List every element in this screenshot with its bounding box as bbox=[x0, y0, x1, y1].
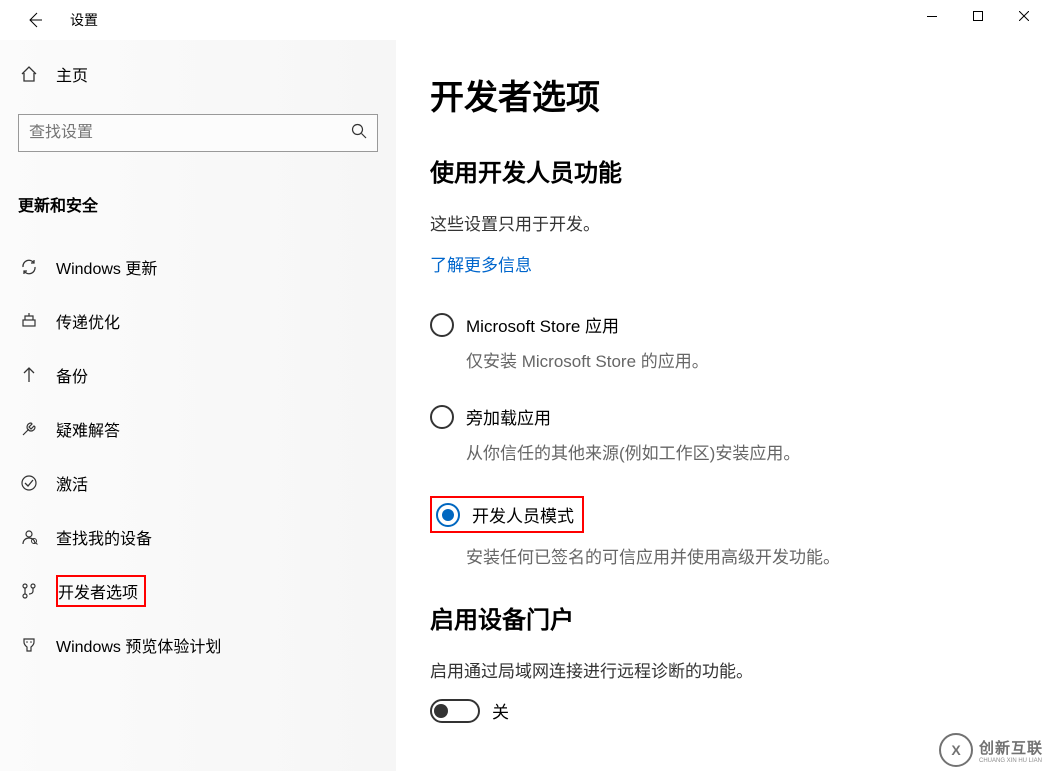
sync-icon bbox=[16, 258, 42, 276]
search-icon[interactable] bbox=[351, 123, 367, 144]
watermark-text: 创新互联 bbox=[979, 740, 1043, 757]
watermark: X 创新互联 CHUANG XIN HU LIAN bbox=[939, 733, 1043, 767]
sidebar-item-backup[interactable]: 备份 bbox=[16, 348, 378, 402]
sidebar-item-windows-insider[interactable]: Windows 预览体验计划 bbox=[16, 618, 378, 672]
section-info-text: 这些设置只用于开发。 bbox=[430, 210, 1017, 235]
sidebar-item-label: 查找我的设备 bbox=[56, 525, 152, 549]
page-title: 开发者选项 bbox=[430, 70, 1017, 119]
search-input[interactable] bbox=[29, 124, 351, 142]
device-portal-toggle[interactable] bbox=[430, 699, 480, 723]
learn-more-link[interactable]: 了解更多信息 bbox=[430, 251, 1017, 276]
section-title-use-developer-features: 使用开发人员功能 bbox=[430, 153, 1017, 188]
radio-label: Microsoft Store 应用 bbox=[466, 312, 619, 337]
toggle-label: 关 bbox=[492, 698, 509, 723]
findmydevice-icon bbox=[16, 528, 42, 546]
sidebar-item-developer-options[interactable]: 开发者选项 bbox=[16, 564, 378, 618]
backup-icon bbox=[16, 366, 42, 384]
radio-label: 旁加载应用 bbox=[466, 404, 551, 429]
section-title-device-portal: 启用设备门户 bbox=[430, 600, 1017, 635]
sidebar-item-label: Windows 更新 bbox=[56, 255, 157, 279]
radio-icon bbox=[436, 503, 460, 527]
radio-option-sideload-apps[interactable]: 旁加载应用 从你信任的其他来源(例如工作区)安装应用。 bbox=[430, 404, 1017, 464]
search-box[interactable] bbox=[18, 114, 378, 152]
radio-description: 从你信任的其他来源(例如工作区)安装应用。 bbox=[466, 439, 1017, 464]
radio-description: 安装任何已签名的可信应用并使用高级开发功能。 bbox=[466, 543, 1017, 568]
window-title: 设置 bbox=[70, 10, 98, 30]
window-controls bbox=[909, 0, 1047, 32]
maximize-button[interactable] bbox=[955, 0, 1001, 32]
radio-option-developer-mode[interactable]: 开发人员模式 安装任何已签名的可信应用并使用高级开发功能。 bbox=[430, 496, 1017, 568]
radio-label: 开发人员模式 bbox=[472, 502, 574, 527]
radio-option-microsoft-store[interactable]: Microsoft Store 应用 仅安装 Microsoft Store 的… bbox=[430, 312, 1017, 372]
watermark-subtext: CHUANG XIN HU LIAN bbox=[979, 758, 1043, 764]
sidebar-section-header: 更新和安全 bbox=[18, 192, 378, 216]
minimize-button[interactable] bbox=[909, 0, 955, 32]
sidebar: 主页 更新和安全 Windows 更新 传递优化 备份 bbox=[0, 40, 396, 771]
main-content: 开发者选项 使用开发人员功能 这些设置只用于开发。 了解更多信息 Microso… bbox=[396, 40, 1047, 771]
sidebar-item-label: 传递优化 bbox=[56, 309, 120, 333]
sidebar-item-label: 激活 bbox=[56, 471, 88, 495]
troubleshoot-icon bbox=[16, 420, 42, 438]
watermark-logo-icon: X bbox=[939, 733, 973, 767]
sidebar-item-label: 疑难解答 bbox=[56, 417, 120, 441]
back-button[interactable] bbox=[14, 0, 54, 40]
sidebar-item-label: 开发者选项 bbox=[56, 575, 146, 607]
developer-icon bbox=[16, 582, 42, 600]
close-button[interactable] bbox=[1001, 0, 1047, 32]
toggle-knob bbox=[434, 704, 448, 718]
device-portal-toggle-row: 关 bbox=[430, 698, 1017, 723]
sidebar-item-windows-update[interactable]: Windows 更新 bbox=[16, 240, 378, 294]
home-label: 主页 bbox=[56, 62, 88, 86]
insider-icon bbox=[16, 636, 42, 654]
sidebar-item-label: Windows 预览体验计划 bbox=[56, 633, 221, 657]
sidebar-item-find-my-device[interactable]: 查找我的设备 bbox=[16, 510, 378, 564]
home-icon bbox=[18, 65, 40, 83]
activation-icon bbox=[16, 474, 42, 492]
sidebar-item-activation[interactable]: 激活 bbox=[16, 456, 378, 510]
sidebar-item-label: 备份 bbox=[56, 363, 88, 387]
titlebar: 设置 bbox=[0, 0, 1047, 40]
radio-icon bbox=[430, 405, 454, 429]
sidebar-item-delivery-optimization[interactable]: 传递优化 bbox=[16, 294, 378, 348]
developer-mode-radio-group: Microsoft Store 应用 仅安装 Microsoft Store 的… bbox=[430, 312, 1017, 600]
home-nav[interactable]: 主页 bbox=[18, 58, 378, 90]
radio-icon bbox=[430, 313, 454, 337]
radio-description: 仅安装 Microsoft Store 的应用。 bbox=[466, 347, 1017, 372]
delivery-icon bbox=[16, 312, 42, 330]
section-info-text: 启用通过局域网连接进行远程诊断的功能。 bbox=[430, 657, 1017, 682]
sidebar-item-troubleshoot[interactable]: 疑难解答 bbox=[16, 402, 378, 456]
